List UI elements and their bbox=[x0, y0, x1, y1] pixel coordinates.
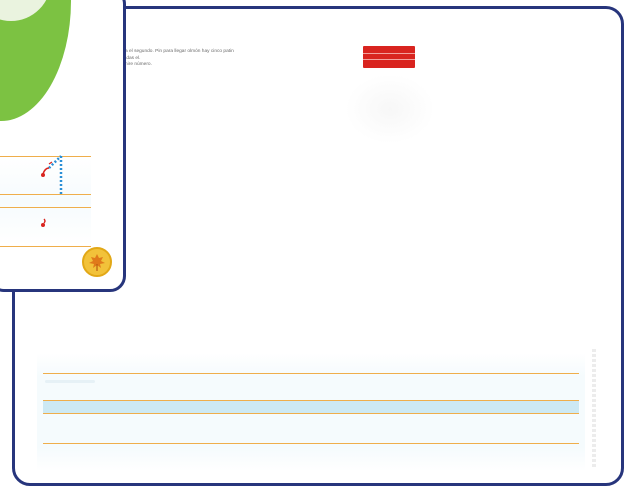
vertical-fine-print bbox=[592, 349, 596, 469]
maple-leaf-icon bbox=[82, 247, 112, 277]
faint-illustration bbox=[345, 74, 435, 144]
instruction-text: a a el segundo. Pin para llegar olmón ha… bbox=[121, 49, 341, 69]
ruled-line bbox=[43, 373, 579, 374]
instruction-line: amire número. bbox=[121, 62, 152, 68]
ruled-line bbox=[0, 207, 91, 208]
number-one-trace-icon bbox=[39, 154, 69, 196]
red-color-swatch bbox=[363, 46, 415, 68]
instruction-line: a a el segundo. Pin para llegar olmón ha… bbox=[121, 49, 234, 54]
ruled-line bbox=[43, 413, 579, 414]
ruled-line bbox=[43, 400, 579, 401]
guide-strip bbox=[43, 401, 579, 413]
instruction-line: dadas el. bbox=[121, 55, 141, 61]
ruled-line bbox=[0, 246, 91, 247]
cover-card bbox=[0, 0, 126, 292]
start-dot-icon bbox=[39, 217, 51, 229]
faint-guide-label bbox=[45, 380, 95, 383]
ruled-line bbox=[43, 443, 579, 444]
